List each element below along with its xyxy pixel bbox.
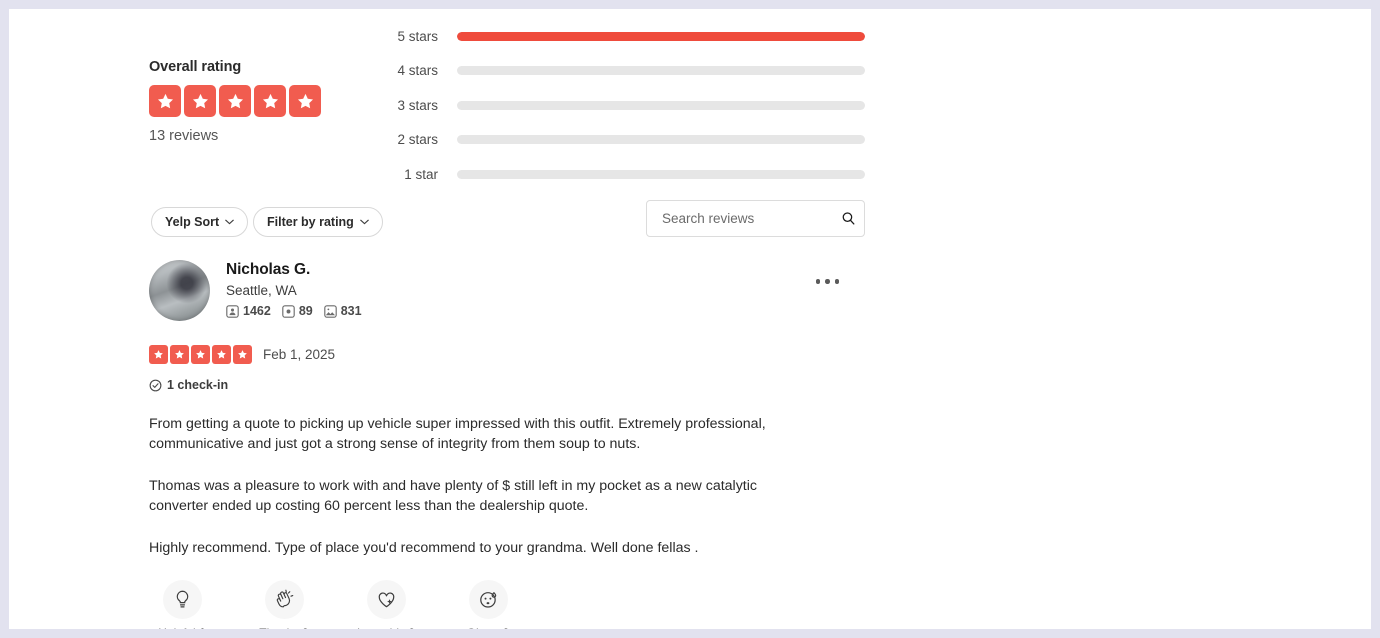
reaction-icon-wrap (264, 580, 304, 619)
lightbulb-icon (176, 590, 188, 608)
reviews-section: Overall rating 13 reviews 5 stars 4 star… (140, 9, 880, 629)
reviewer-reviews-stat: 89 (282, 304, 313, 318)
histogram-label: 2 stars (397, 132, 438, 148)
reviewer-reviews-count: 89 (298, 304, 313, 318)
filter-by-rating-dropdown[interactable]: Filter by rating (253, 207, 383, 237)
review-paragraph: Highly recommend. Type of place you'd re… (149, 540, 699, 556)
review-more-options-button[interactable] (810, 273, 846, 290)
heart-sparkle-icon (378, 592, 394, 608)
histogram-track (457, 169, 865, 179)
dot-icon (815, 279, 820, 284)
histogram-row-2[interactable]: 2 stars (395, 123, 865, 158)
reviewer-friends-stat: 1462 (226, 304, 271, 318)
histogram-track (457, 31, 865, 41)
reaction-helpful-button[interactable]: Helpful 1 (149, 580, 215, 629)
review-paragraph: From getting a quote to picking up vehic… (149, 416, 766, 452)
reaction-count: 0 (408, 626, 415, 629)
sad-face-icon (479, 592, 496, 608)
reaction-icon-wrap (468, 580, 508, 619)
reviewer-location: Seattle, WA (226, 283, 297, 298)
rating-histogram: 5 stars 4 stars 3 stars 2 stars 1 star (395, 19, 865, 192)
review-filter-bar: Yelp Sort Filter by rating (140, 195, 880, 257)
star-icon (149, 85, 181, 117)
page-frame: Overall rating 13 reviews 5 stars 4 star… (9, 9, 1371, 629)
dot-icon (825, 279, 830, 284)
histogram-row-5[interactable]: 5 stars (395, 19, 865, 54)
yelp-sort-label: Yelp Sort (165, 215, 220, 229)
histogram-label: 4 stars (397, 63, 438, 79)
reaction-label-text: Helpful (158, 626, 195, 629)
star-icon (289, 85, 321, 117)
histogram-row-4[interactable]: 4 stars (395, 54, 865, 89)
histogram-fill (457, 31, 865, 41)
reaction-icon-wrap (162, 580, 202, 619)
review-date: Feb 1, 2025 (263, 347, 336, 362)
reviewer-friends-count: 1462 (243, 304, 271, 318)
review-star-rating (149, 345, 252, 364)
star-icon (184, 85, 216, 117)
reaction-oh-no-button[interactable]: Oh no 0 (455, 580, 521, 629)
yelp-sort-dropdown[interactable]: Yelp Sort (151, 207, 249, 237)
reaction-label-text: Love this (357, 626, 405, 629)
reaction-thanks-label: Thanks 0 (251, 626, 317, 629)
photos-icon (323, 304, 337, 318)
review-checkin-badge: 1 check-in (149, 378, 871, 392)
search-reviews-box[interactable] (646, 200, 865, 237)
friends-icon (226, 304, 239, 318)
histogram-label: 5 stars (397, 28, 438, 44)
search-input[interactable] (660, 210, 841, 227)
star-icon (212, 345, 231, 364)
review-header: Nicholas G. Seattle, WA 1462 89 831 (149, 257, 871, 321)
reviewer-photos-count: 831 (340, 304, 362, 318)
reaction-count: 1 (199, 626, 206, 629)
overall-rating-title: Overall rating (149, 59, 242, 75)
chevron-down-icon (225, 219, 234, 225)
histogram-row-3[interactable]: 3 stars (395, 88, 865, 123)
reviewer-photos-stat: 831 (323, 304, 362, 318)
star-icon (170, 345, 189, 364)
overall-rating-block: Overall rating 13 reviews (149, 59, 389, 144)
reaction-love-this-button[interactable]: Love this 0 (353, 580, 419, 629)
histogram-track (457, 100, 865, 110)
ratings-summary: Overall rating 13 reviews 5 stars 4 star… (140, 9, 880, 191)
reaction-thanks-button[interactable]: Thanks 0 (251, 580, 317, 629)
avatar[interactable] (149, 260, 210, 321)
histogram-label: 3 stars (397, 97, 438, 113)
overall-star-rating (149, 85, 389, 117)
check-circle-icon (149, 379, 162, 391)
histogram-row-1[interactable]: 1 star (395, 157, 865, 192)
reviewer-stats: 1462 89 831 (226, 304, 362, 318)
review-body: From getting a quote to picking up vehic… (149, 414, 871, 558)
reviews-icon (282, 304, 295, 318)
dot-icon (834, 279, 839, 284)
star-icon (233, 345, 252, 364)
star-icon (254, 85, 286, 117)
reviewer-info: Nicholas G. Seattle, WA 1462 89 831 (226, 257, 362, 318)
filter-by-rating-label: Filter by rating (267, 215, 354, 229)
review-count-label: 13 reviews (149, 128, 219, 144)
reaction-label-text: Oh no (467, 626, 500, 629)
reaction-helpful-label: Helpful 1 (149, 626, 215, 629)
review-rating-line: Feb 1, 2025 (149, 345, 871, 364)
search-icon[interactable] (841, 211, 856, 226)
clapping-hands-icon (276, 589, 293, 608)
reaction-count: 0 (503, 626, 510, 629)
reaction-icon-wrap (366, 580, 406, 619)
review-checkin-label: 1 check-in (167, 378, 229, 392)
review-paragraph: Thomas was a pleasure to work with and h… (149, 478, 757, 514)
star-icon (149, 345, 168, 364)
review-reactions: Helpful 1 Thanks 0 Love this 0 Oh no 0 (149, 580, 871, 629)
star-icon (191, 345, 210, 364)
star-icon (219, 85, 251, 117)
review-item: Nicholas G. Seattle, WA 1462 89 831 Feb … (140, 257, 880, 629)
chevron-down-icon (360, 219, 369, 225)
histogram-track (457, 135, 865, 145)
reaction-love-this-label: Love this 0 (353, 626, 419, 629)
histogram-label: 1 star (404, 166, 438, 182)
histogram-track (457, 66, 865, 76)
reaction-count: 0 (302, 626, 309, 629)
reaction-label-text: Thanks (259, 626, 298, 629)
reviewer-name[interactable]: Nicholas G. (226, 261, 362, 279)
reaction-oh-no-label: Oh no 0 (455, 626, 521, 629)
